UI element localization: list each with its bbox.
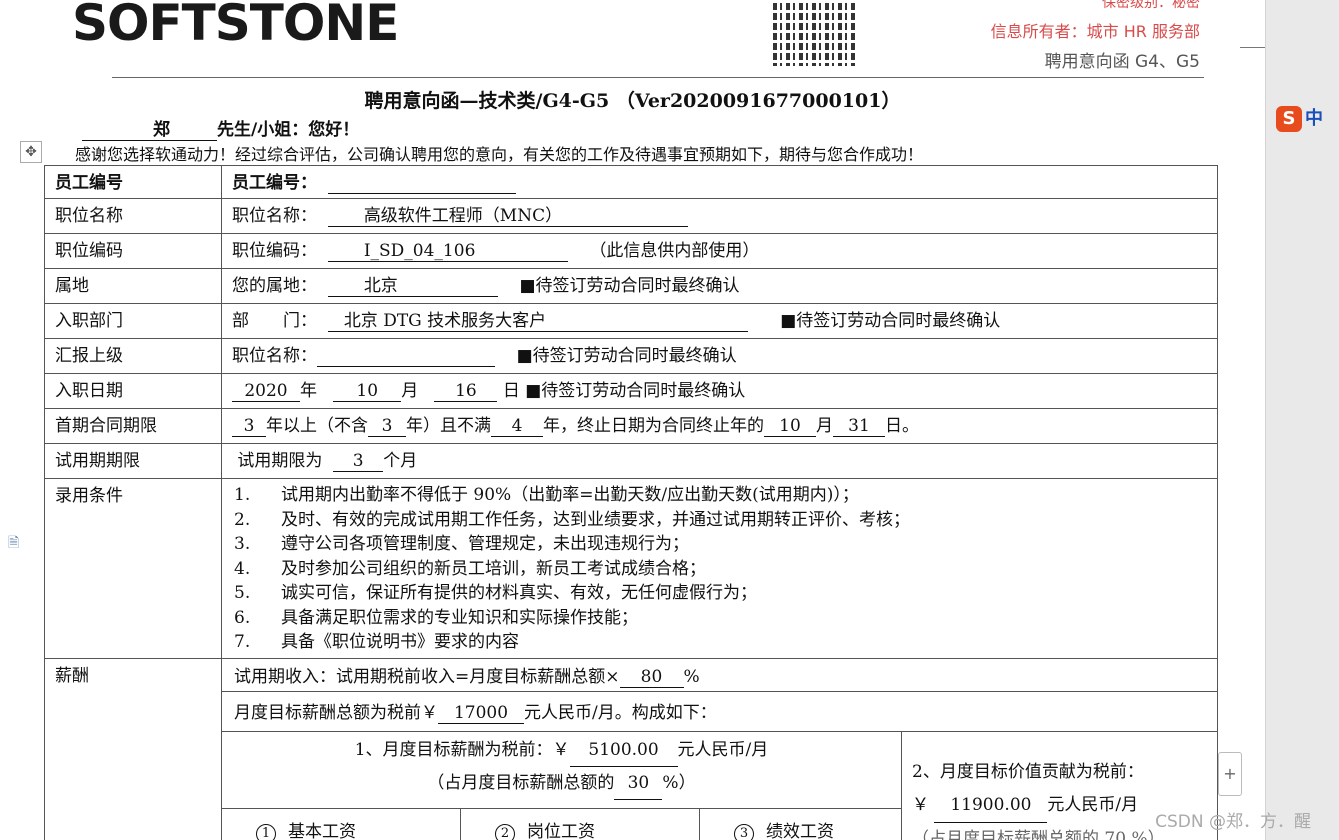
start-date-cell: 2020 年 10 月 16 日 ■待签订劳动合同时最终确认 — [221, 373, 1218, 409]
label-contract: 首期合同期限 — [44, 408, 222, 444]
component-performance: 3 绩效工资 — [699, 808, 902, 840]
ime-indicator[interactable]: S中 — [1276, 104, 1323, 132]
recipient-name: 郑 — [82, 115, 217, 141]
list-item: 7. 具备《职位说明书》要求的内容 — [234, 632, 519, 652]
csdn-watermark: CSDN @郑．方．醒 — [1155, 812, 1311, 832]
component-base: 1 基本工资 — [222, 808, 461, 840]
position-name-value: 高级软件工程师（MNC） — [327, 201, 688, 227]
position-name-cell: 职位名称： 高级软件工程师（MNC） — [221, 198, 1218, 234]
sogou-icon: S — [1276, 106, 1302, 132]
label-department: 入职部门 — [44, 303, 222, 339]
label-position-code: 职位编码 — [44, 233, 222, 269]
conditions-cell: 1. 试用期内出勤率不得低于 90%（出勤率=出勤天数/应出勤天数(试用期内)）；… — [221, 478, 1218, 659]
document-page: SOFTSTONE 保密级别：秘密 信息所有者：城市 HR 服务部 聘用意向函 … — [0, 0, 1265, 840]
confidential-level: 保密级别：秘密 — [1102, 0, 1200, 11]
list-item: 1. 试用期内出勤率不得低于 90%（出勤率=出勤天数/应出勤天数(试用期内)）； — [234, 485, 859, 505]
emp-id-cell: 员工编号： — [221, 165, 1218, 199]
monthly-total: 月度目标薪酬总额为税前￥ 17000 元人民币/月。构成如下： — [222, 691, 1217, 732]
document-title: 聘用意向函—技术类/G4-G5 （Ver2020091677000101） — [364, 90, 901, 112]
add-row-button[interactable]: + — [1218, 752, 1242, 796]
ime-mode-label: 中 — [1305, 108, 1323, 129]
greeting: 郑先生/小姐：您好！ — [82, 115, 359, 141]
label-emp-id: 员工编号 — [44, 165, 222, 199]
intro-paragraph: 感谢您选择软通动力！经过综合评估，公司确认聘用您的意向，有关您的工作及待遇事宜预… — [75, 145, 924, 164]
list-item: 2. 及时、有效的完成试用期工作任务，达到业绩要求，并通过试用期转正评价、考核； — [234, 509, 910, 530]
offer-table: 员工编号 员工编号： 职位名称 职位名称： 高级软件工程师（MNC） 职位编码 … — [44, 165, 1218, 840]
info-owner: 信息所有者：城市 HR 服务部 — [990, 22, 1200, 41]
location-value: 北京 — [327, 271, 498, 297]
salary-cell: 试用期收入：试用期税前收入=月度目标薪酬总额× 80% 月度目标薪酬总额为税前￥ 1… — [221, 658, 1218, 840]
softstone-logo: SOFTSTONE — [72, 0, 399, 52]
list-item: 4. 及时参加公司组织的新员工培训，新员工考试成绩合格； — [234, 558, 706, 579]
emp-id-value — [327, 173, 516, 194]
label-probation: 试用期期限 — [44, 443, 222, 479]
label-location: 属地 — [44, 268, 222, 304]
list-item: 5. 诚实可信，保证所有提供的材料真实、有效，无任何虚假行为； — [234, 583, 757, 603]
margin-mark — [1240, 47, 1265, 48]
list-item: 3. 遵守公司各项管理制度、管理规定，未出现违规行为； — [234, 534, 689, 554]
department-value: 北京 DTG 技术服务大客户 — [327, 306, 748, 332]
department-cell: 部 门： 北京 DTG 技术服务大客户 ■待签订劳动合同时最终确认 — [221, 303, 1218, 339]
probation-cell: 试用期限为 3 个月 — [221, 443, 1218, 479]
salary-table: 试用期收入：试用期税前收入=月度目标薪酬总额× 80% 月度目标薪酬总额为税前￥ 1… — [222, 659, 1217, 840]
label-position-name: 职位名称 — [44, 198, 222, 234]
paragraph-options-icon[interactable]: 🗎 — [8, 532, 19, 556]
table-move-icon[interactable]: ✥ — [20, 141, 42, 163]
label-salary: 薪酬 — [44, 658, 222, 840]
label-start-date: 入职日期 — [44, 373, 222, 409]
report-to-cell: 职位名称： ■待签订劳动合同时最终确认 — [221, 338, 1218, 374]
component-post: 2 岗位工资 — [460, 808, 700, 840]
position-code-cell: 职位编码： I_SD_04_106 （此信息供内部使用） — [221, 233, 1218, 269]
probation-income: 试用期收入：试用期税前收入=月度目标薪酬总额× 80% — [222, 659, 1217, 692]
list-item: 6. 具备满足职位需求的专业知识和实际操作技能； — [234, 607, 638, 628]
qr-code — [773, 0, 855, 66]
label-report-to: 汇报上级 — [44, 338, 222, 374]
position-code-value: I_SD_04_106 — [327, 241, 568, 262]
salary-part1: 1、月度目标薪酬为税前：￥ 5100.00 元人民币/月 （占月度目标薪酬总额的 30… — [222, 730, 902, 810]
label-conditions: 录用条件 — [44, 478, 222, 659]
contract-cell: 3 年以上（不含 3 年）且不满 4 年，终止日期为合同终止年的 10 月 31 日。 — [221, 408, 1218, 444]
location-cell: 您的属地： 北京 ■待签订劳动合同时最终确认 — [221, 268, 1218, 304]
doc-code: 聘用意向函 G4、G5 — [1044, 52, 1200, 72]
header-rule — [112, 77, 1204, 78]
